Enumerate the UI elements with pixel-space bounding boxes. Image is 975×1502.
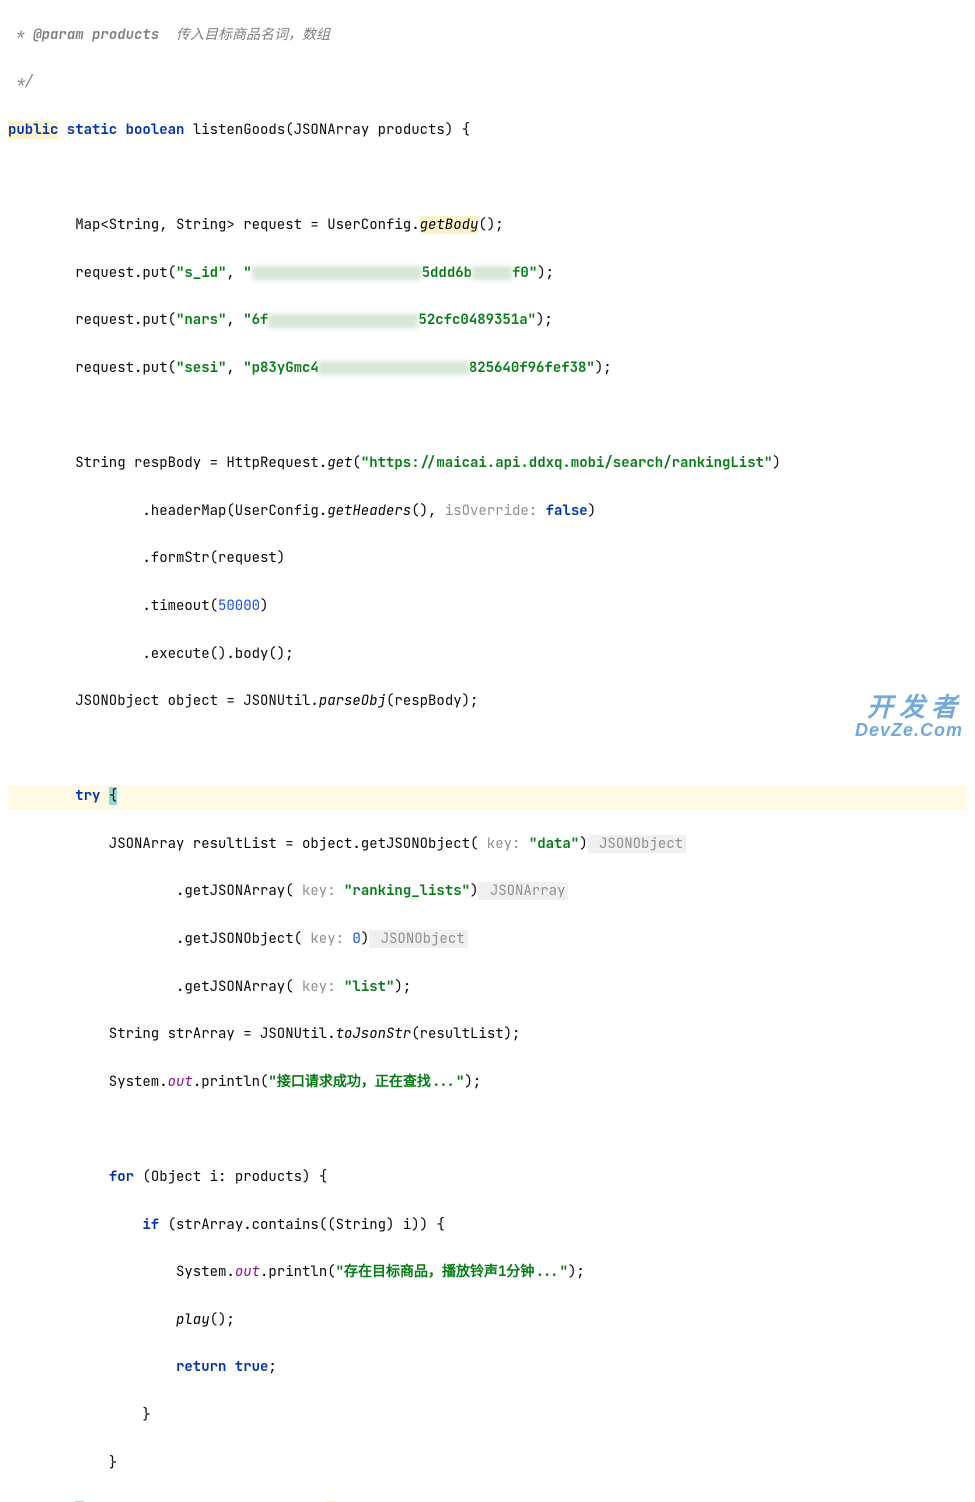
watermark: 开发者 DevZe.Com	[855, 693, 963, 741]
code-line: request.put("s_id", "5ddd6bf0");	[8, 262, 967, 286]
code-line: */	[8, 71, 967, 95]
code-line: if (strArray.contains((String) i)) {	[8, 1214, 967, 1238]
watermark-cn: 开发者	[855, 693, 963, 722]
code-line: return true;	[8, 1356, 967, 1380]
redacted-text	[252, 266, 422, 280]
code-line: request.put("nars", "6f52cfc0489351a");	[8, 309, 967, 333]
method-signature: public static boolean listenGoods(JSONAr…	[8, 119, 967, 143]
code-line: play();	[8, 1309, 967, 1333]
code-line: System.out.println("存在目标商品，播放铃声1分钟...");	[8, 1261, 967, 1285]
code-line: .headerMap(UserConfig.getHeaders(), isOv…	[8, 500, 967, 524]
code-line: for (Object i: products) {	[8, 1166, 967, 1190]
code-line: } catch (NullPointerException e) {	[8, 1499, 967, 1502]
code-line: * @param products 传入目标商品名词，数组	[8, 24, 967, 48]
code-line: }	[8, 1404, 967, 1428]
code-line: JSONArray resultList = object.getJSONObj…	[8, 833, 967, 857]
blank-line	[8, 405, 967, 429]
code-editor: * @param products 传入目标商品名词，数组 */ public …	[0, 0, 975, 1502]
code-line: .formStr(request)	[8, 547, 967, 571]
watermark-en: DevZe.Com	[855, 721, 963, 741]
code-line: Map<String, String> request = UserConfig…	[8, 214, 967, 238]
code-line: .getJSONArray( key: "list");	[8, 976, 967, 1000]
code-line: .getJSONObject( key: 0) JSONObject	[8, 928, 967, 952]
code-line: JSONObject object = JSONUtil.parseObj(re…	[8, 690, 967, 714]
code-line: }	[8, 1452, 967, 1476]
redacted-text	[268, 314, 418, 328]
blank-line	[8, 167, 967, 191]
code-line: .timeout(50000)	[8, 595, 967, 619]
redacted-text	[319, 361, 469, 375]
code-line: .execute().body();	[8, 643, 967, 667]
code-line: String strArray = JSONUtil.toJsonStr(res…	[8, 1023, 967, 1047]
code-line: String respBody = HttpRequest.get("https…	[8, 452, 967, 476]
code-line: try {	[8, 785, 967, 809]
redacted-text	[472, 266, 512, 280]
blank-line	[8, 738, 967, 762]
code-line: request.put("sesi", "p83yGmc4825640f96fe…	[8, 357, 967, 381]
code-line: System.out.println("接口请求成功，正在查找...");	[8, 1071, 967, 1095]
blank-line	[8, 1118, 967, 1142]
code-line: .getJSONArray( key: "ranking_lists") JSO…	[8, 880, 967, 904]
